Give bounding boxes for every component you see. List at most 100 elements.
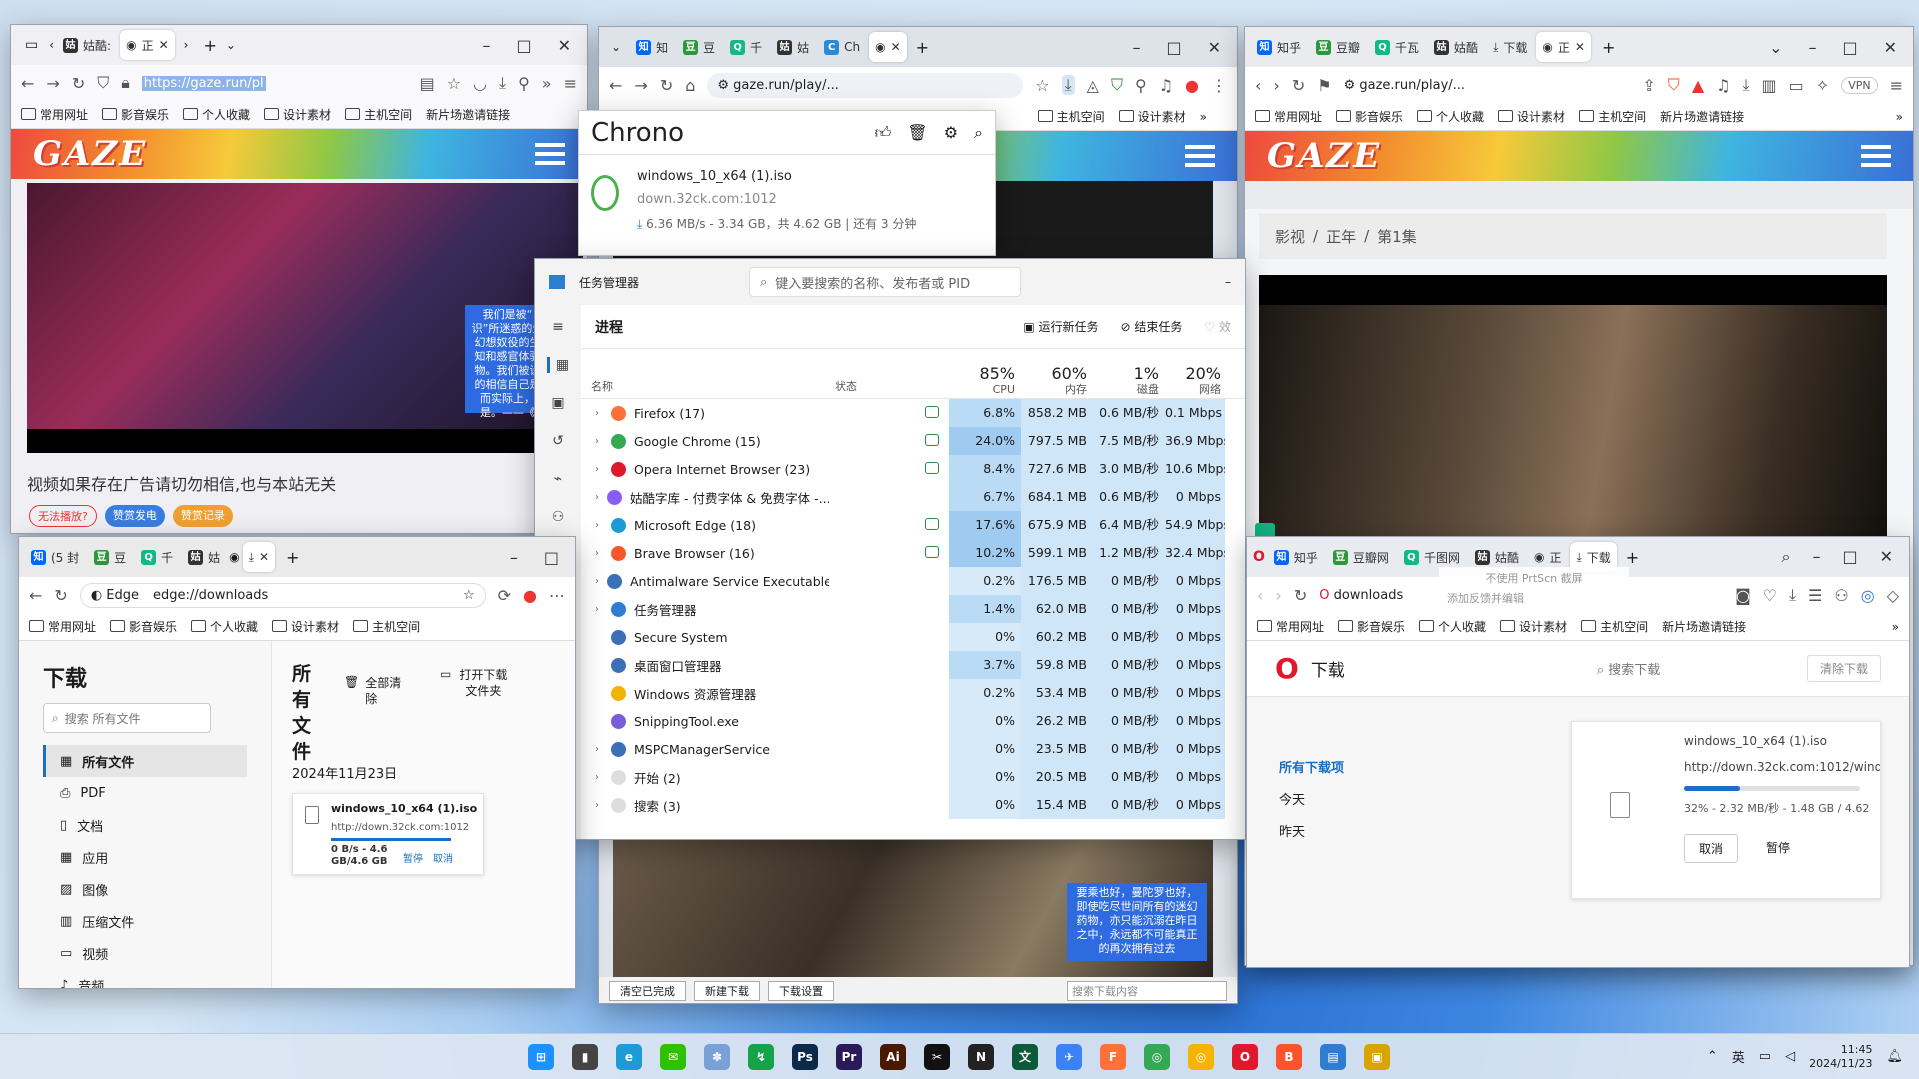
file-source[interactable]: http://down.32ck.com:1012/windo (1684, 760, 1880, 774)
maximize-icon[interactable]: □ (1842, 547, 1857, 567)
expand-chevron-icon[interactable]: › (595, 548, 603, 559)
bookmark-folder[interactable]: 个人收藏 (1419, 618, 1486, 635)
url-bar[interactable]: ⚙ gaze.run/play/... (707, 72, 1024, 98)
volume-icon[interactable]: ◁ (1785, 1049, 1795, 1064)
taskbar-photoshop-icon[interactable]: Ps (792, 1043, 818, 1070)
taskbar-firefox-icon[interactable]: F (1100, 1043, 1126, 1070)
music-icon[interactable]: ♫ (1716, 76, 1730, 95)
bookmark-folder[interactable]: 设计素材 (1500, 618, 1567, 635)
expand-chevron-icon[interactable]: › (595, 520, 603, 531)
taskbar-premiere-icon[interactable]: Pr (836, 1043, 862, 1070)
expand-chevron-icon[interactable]: › (595, 772, 603, 783)
back-tabs-icon[interactable]: ‹ (49, 38, 54, 52)
reload-icon[interactable]: ↻ (1294, 586, 1307, 605)
forward-tabs-icon[interactable]: › (178, 38, 195, 52)
back-icon[interactable]: ← (609, 76, 622, 95)
downloads-search-input[interactable]: ⌕ 搜索下载 (1597, 659, 1660, 678)
share-icon[interactable]: ⇪ (1642, 76, 1655, 95)
process-row[interactable]: › Microsoft Edge (18) 17.6% 675.9 MB 6.4 MB/… (581, 511, 1245, 539)
bookmark-folder[interactable]: 个人收藏 (183, 106, 250, 123)
maximize-icon[interactable]: □ (1842, 38, 1857, 57)
video-player[interactable]: 要乘也好，曼陀罗也好，即使吃尽世间所有的迷幻药物，亦只能沉溺在昨日之中，永远都不… (613, 837, 1213, 977)
taskbar-textapp-icon[interactable]: 文 (1012, 1043, 1038, 1070)
run-task-button[interactable]: ▣ 运行新任务 (1023, 318, 1098, 335)
bookmark-folder[interactable]: 主机空间 (353, 618, 420, 635)
taskbar-wechat-icon[interactable]: ✉ (660, 1043, 686, 1070)
download-icon[interactable]: ⤓ (1789, 585, 1796, 605)
tab-guku[interactable]: 姑姑 (771, 32, 815, 62)
taskbar-green-app-icon[interactable]: ↯ (748, 1043, 774, 1070)
back-icon[interactable]: ‹ (1257, 586, 1263, 605)
reload-icon[interactable]: ↻ (1292, 76, 1305, 95)
gaze-logo[interactable]: GAZE (1267, 136, 1381, 176)
reader-icon[interactable]: ▤ (420, 74, 435, 93)
tab-douban[interactable]: 豆豆瓣 (1310, 32, 1366, 62)
new-tab-icon[interactable]: + (910, 38, 935, 57)
tab-overview-icon[interactable]: ▭ (17, 37, 46, 53)
bookmark-folder[interactable]: 设计素材 (1119, 108, 1186, 125)
chrono-item[interactable]: windows_10_x64 (1).iso down.32ck.com:101… (579, 155, 995, 255)
history-icon[interactable]: ↺ (552, 433, 564, 449)
processes-icon[interactable]: ▦ (546, 357, 569, 373)
process-row[interactable]: › Google Chrome (15) 24.0% 797.5 MB 7.5 MB/秒… (581, 427, 1245, 455)
process-row[interactable]: › 开始 (2) 0% 20.5 MB 0 MB/秒 0 Mbps (581, 763, 1245, 791)
tab-search-icon[interactable]: ⌄ (605, 40, 627, 54)
opera-logo-icon[interactable]: O (1253, 549, 1265, 565)
download-settings-button[interactable]: 下载设置 (768, 981, 834, 1001)
taskbar-illustrator-icon[interactable]: Ai (880, 1043, 906, 1070)
expand-chevron-icon[interactable]: › (595, 576, 599, 587)
clear-completed-button[interactable]: 清空已完成 (609, 981, 686, 1001)
forward-icon[interactable]: → (634, 76, 647, 95)
close-icon[interactable]: ✕ (1208, 38, 1221, 57)
col-name[interactable]: 名称 (581, 378, 829, 398)
tab-zhihu[interactable]: 知知乎 (1251, 32, 1307, 62)
process-row[interactable]: › 任务管理器 1.4% 62.0 MB 0 MB/秒 0 Mbps (581, 595, 1245, 623)
leo-icon[interactable]: ✧ (1816, 76, 1829, 95)
performance-icon[interactable]: ▣ (551, 395, 564, 411)
download-icon[interactable]: ⤓ (499, 73, 506, 93)
nav-pdf[interactable]: ⎙ PDF (43, 777, 247, 809)
close-tab-icon[interactable]: ✕ (1575, 40, 1585, 54)
site-info-icon[interactable]: ⚙ (717, 78, 733, 93)
aria-icon[interactable]: ◎ (1861, 586, 1875, 605)
url-bar[interactable]: ⚙ gaze.run/play/... (1344, 78, 1631, 93)
bookmark-link[interactable]: 新片场邀请链接 (426, 106, 510, 123)
process-row[interactable]: Secure System 0% 60.2 MB 0 MB/秒 0 Mbps (581, 623, 1245, 651)
sidebar-icon[interactable]: ▥ (1762, 76, 1777, 95)
nav-yesterday[interactable]: 昨天 (1279, 817, 1459, 849)
settings-icon[interactable]: ⚙ (944, 123, 958, 143)
cancel-button[interactable]: 取消 (433, 850, 453, 865)
bookmark-folder[interactable]: 设计素材 (264, 106, 331, 123)
expand-chevron-icon[interactable]: › (595, 744, 603, 755)
bookmark-folder[interactable]: 设计素材 (272, 618, 339, 635)
maximize-icon[interactable]: □ (516, 36, 531, 55)
tab-gaze-active[interactable]: ◉ 正 ✕ (120, 30, 175, 60)
chrono-search-input[interactable]: 搜索下载内容 (1067, 981, 1227, 1001)
close-icon[interactable]: ✕ (558, 36, 571, 55)
hamburger-icon[interactable] (535, 143, 565, 165)
new-tab-icon[interactable]: + (197, 36, 222, 55)
speaker-icon[interactable]: ◉ (126, 38, 136, 52)
bookmark-link[interactable]: 新片场邀请链接 (1660, 108, 1744, 125)
breadcrumb-item[interactable]: 正年 (1326, 226, 1356, 247)
refresh-ext-icon[interactable]: ⟳ (498, 586, 511, 605)
process-row[interactable]: 桌面窗口管理器 3.7% 59.8 MB 0 MB/秒 0 Mbps (581, 651, 1245, 679)
bookmark-star-icon[interactable]: ☆ (1035, 76, 1049, 95)
bookmark-icon[interactable]: ⚑ (1317, 76, 1331, 95)
overflow-icon[interactable]: » (1896, 110, 1903, 124)
users-icon[interactable]: ⚇ (552, 509, 565, 525)
hamburger-icon[interactable] (1185, 145, 1215, 167)
expand-chevron-icon[interactable]: › (595, 436, 603, 447)
new-download-button[interactable]: 新建下载 (694, 981, 760, 1001)
network-icon[interactable]: ▭ (1759, 1049, 1771, 1064)
bookmark-folder[interactable]: 影音娱乐 (1338, 618, 1405, 635)
breadcrumb-item[interactable]: 影视 (1275, 226, 1305, 247)
speaker-icon[interactable]: ◉ (1542, 40, 1552, 54)
nav-docs[interactable]: ▯ 文档 (43, 809, 247, 841)
tab-douban[interactable]: 豆豆 (677, 32, 721, 62)
expand-chevron-icon[interactable]: › (595, 800, 603, 811)
tab-downloads-active[interactable]: ⤓ ✕ (242, 542, 276, 572)
nav-today[interactable]: 今天 (1279, 785, 1459, 817)
url-bar[interactable]: ◐ Edge edge://downloads ☆ (79, 582, 486, 608)
file-source[interactable]: http://down.32ck.com:1012 (331, 822, 469, 833)
